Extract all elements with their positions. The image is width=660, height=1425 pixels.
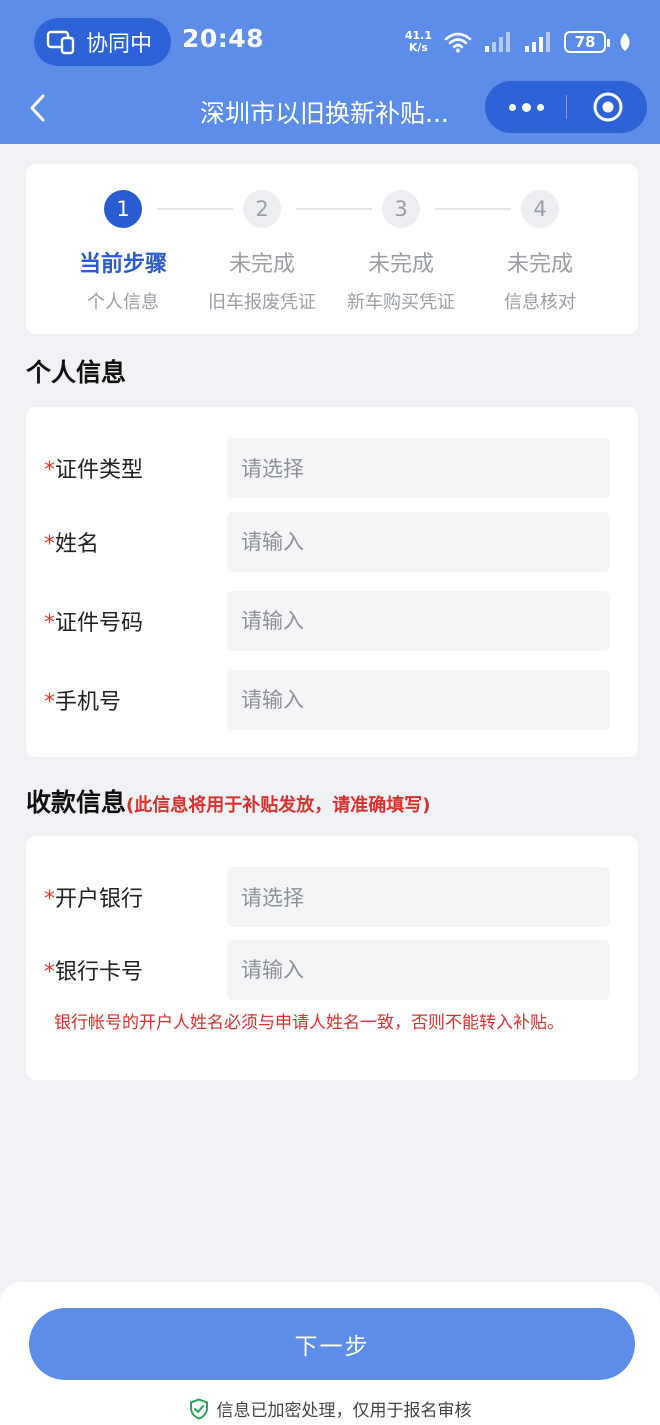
bank-warning-text: 银行帐号的开户人姓名必须与申请人姓名一致，否则不能转入补贴。 <box>54 1013 564 1033</box>
signal-icon <box>525 32 550 52</box>
battery-icon: 78 <box>564 31 610 53</box>
secure-note-text: 信息已加密处理，仅用于报名审核 <box>216 1401 472 1421</box>
collab-label: 协同中 <box>86 32 153 57</box>
mini-program-capsule <box>484 80 648 134</box>
status-time: 20:48 <box>182 24 265 53</box>
more-dots-icon <box>521 102 531 112</box>
step-number: 1 <box>104 190 142 228</box>
personal-info-card: *证件类型 请选择 *姓名 *证件号码 *手机号 <box>26 407 638 757</box>
leaf-icon <box>620 33 630 51</box>
bank-info-card: *开户银行 请选择 *银行卡号 银行帐号的开户人姓名必须与申请人姓名一致，否则不… <box>26 836 638 1080</box>
step-name: 信息核对 <box>504 292 576 313</box>
field-label-text: 证件号码 <box>55 611 144 636</box>
close-circle-icon <box>593 92 623 122</box>
bank-select[interactable]: 请选择 <box>227 867 610 927</box>
phone-input[interactable] <box>227 670 610 730</box>
step-status: 当前步骤 <box>78 252 167 277</box>
id-number-input[interactable] <box>227 591 610 651</box>
id-type-select[interactable]: 请选择 <box>227 438 610 498</box>
net-speed: 41.1 K/s <box>405 30 432 54</box>
next-step-button[interactable]: 下一步 <box>29 1308 635 1380</box>
nav-bar: 深圳市以旧换新补贴... <box>0 80 660 144</box>
step-name: 个人信息 <box>87 292 159 313</box>
more-dots-icon <box>508 103 516 111</box>
field-label-text: 手机号 <box>55 690 122 715</box>
card-number-label: *银行卡号 <box>44 954 143 986</box>
name-row: *姓名 <box>26 512 638 574</box>
net-speed-unit: K/s <box>408 41 428 54</box>
step-number: 4 <box>521 190 559 228</box>
status-bar: 协同中 20:48 41.1 K/s 78 <box>0 0 660 84</box>
step-3: 3 未完成 新车购买凭证 <box>331 190 471 314</box>
steps-card: 1 当前步骤 个人信息 2 未完成 旧车报废凭证 3 未完成 新车购买凭证 4 … <box>26 164 638 334</box>
close-button[interactable] <box>567 81 649 133</box>
step-status: 未完成 <box>367 252 434 277</box>
step-number: 3 <box>382 190 420 228</box>
field-label-text: 姓名 <box>55 532 100 557</box>
card-number-row: *银行卡号 <box>26 940 638 1002</box>
collab-screen-icon <box>46 30 75 55</box>
bank-section-title-text: 收款信息 <box>26 788 127 817</box>
required-mark: * <box>44 532 55 557</box>
personal-section-title: 个人信息 <box>26 358 127 387</box>
step-1: 1 当前步骤 个人信息 <box>53 190 193 314</box>
phone-label: *手机号 <box>44 684 121 716</box>
collab-indicator[interactable]: 协同中 <box>34 18 171 66</box>
status-icons: 41.1 K/s 78 <box>405 24 632 60</box>
required-mark: * <box>44 690 55 715</box>
step-2: 2 未完成 旧车报废凭证 <box>192 190 332 314</box>
phone-row: *手机号 <box>26 670 638 732</box>
field-label-text: 证件类型 <box>55 458 144 483</box>
back-button[interactable] <box>22 92 52 124</box>
more-dots-icon <box>536 103 544 111</box>
field-label-text: 开户银行 <box>55 887 144 912</box>
signal-icon <box>485 32 510 52</box>
bank-section-note: (此信息将用于补贴发放，请准确填写) <box>126 795 431 816</box>
id-number-row: *证件号码 <box>26 591 638 653</box>
battery-level: 78 <box>574 33 596 51</box>
step-4: 4 未完成 信息核对 <box>470 190 610 314</box>
wifi-icon <box>444 32 472 53</box>
top-bar: 协同中 20:48 41.1 K/s 78 深圳市以旧换新补贴... <box>0 0 660 144</box>
step-status: 未完成 <box>506 252 573 277</box>
required-mark: * <box>44 611 55 636</box>
step-name: 旧车报废凭证 <box>208 292 316 313</box>
back-arrow-icon <box>30 94 45 122</box>
bank-name-row: *开户银行 请选择 <box>26 867 638 929</box>
bank-section-title: 收款信息(此信息将用于补贴发放，请准确填写) <box>26 783 430 819</box>
name-input[interactable] <box>227 512 610 572</box>
bank-name-label: *开户银行 <box>44 881 143 913</box>
card-number-input[interactable] <box>227 940 610 1000</box>
more-button[interactable] <box>485 81 567 133</box>
required-mark: * <box>44 887 55 912</box>
field-label-text: 银行卡号 <box>55 960 144 985</box>
id-type-row: *证件类型 请选择 <box>26 438 638 500</box>
step-name: 新车购买凭证 <box>347 292 455 313</box>
id-type-label: *证件类型 <box>44 452 143 484</box>
bottom-panel: 下一步 信息已加密处理，仅用于报名审核 <box>0 1282 660 1425</box>
required-mark: * <box>44 960 55 985</box>
shield-check-icon <box>189 1397 208 1420</box>
id-number-label: *证件号码 <box>44 605 143 637</box>
required-mark: * <box>44 458 55 483</box>
page-title: 深圳市以旧换新补贴... <box>200 99 449 128</box>
secure-note: 信息已加密处理，仅用于报名审核 <box>0 1396 660 1421</box>
name-label: *姓名 <box>44 526 99 558</box>
step-number: 2 <box>243 190 281 228</box>
step-status: 未完成 <box>228 252 295 277</box>
